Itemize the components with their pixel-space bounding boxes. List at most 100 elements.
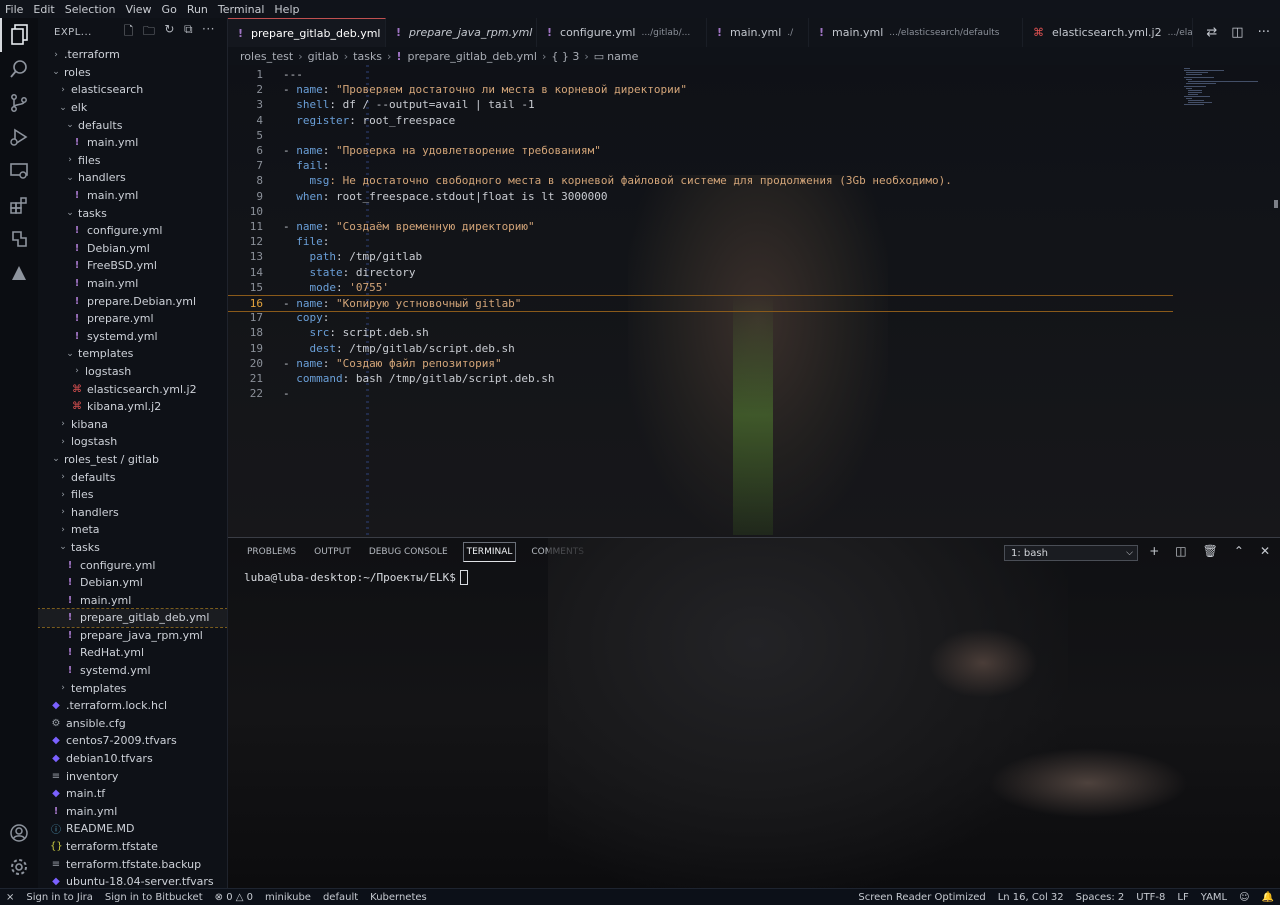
status-spaces[interactable]: Spaces: 2	[1070, 892, 1131, 903]
tree-file[interactable]: ! systemd.yml	[38, 662, 227, 680]
menu-go[interactable]: Go	[157, 3, 182, 16]
more-actions-icon[interactable]: ···	[1258, 25, 1270, 40]
tree-file[interactable]: ! Debian.yml	[38, 240, 227, 258]
tree-folder[interactable]: › files	[38, 152, 227, 170]
tree-file[interactable]: {} terraform.tfstate	[38, 838, 227, 856]
split-terminal-icon[interactable]: ◫	[1175, 544, 1186, 558]
tree-folder[interactable]: ⌄ defaults	[38, 116, 227, 134]
trash-icon[interactable]: 🗑	[1203, 544, 1218, 558]
tree-file[interactable]: ⓘ README.MD	[38, 820, 227, 838]
extensions-icon[interactable]	[0, 188, 38, 222]
tree-folder[interactable]: › defaults	[38, 468, 227, 486]
panel-tab-debug-console[interactable]: DEBUG CONSOLE	[366, 543, 451, 561]
tree-file[interactable]: ◆ main.tf	[38, 785, 227, 803]
status-eol[interactable]: LF	[1171, 892, 1194, 903]
status-screen-reader[interactable]: Screen Reader Optimized	[852, 892, 991, 903]
tree-file[interactable]: ! main.yml	[38, 803, 227, 821]
tab-1[interactable]: ! prepare_java_rpm.yml	[386, 18, 537, 47]
tree-folder[interactable]: ⌄ roles_test / gitlab	[38, 451, 227, 469]
status-jira[interactable]: Sign in to Jira	[20, 892, 98, 903]
tree-folder[interactable]: ⌄ handlers	[38, 169, 227, 187]
status-bitbucket[interactable]: Sign in to Bitbucket	[99, 892, 209, 903]
refresh-icon[interactable]: ↻	[164, 22, 175, 43]
status-language[interactable]: YAML	[1195, 892, 1233, 903]
code-editor[interactable]: 1 --- 2- name: "Проверяем достаточно ли ме…	[228, 65, 1280, 537]
new-terminal-icon[interactable]: +	[1149, 544, 1159, 558]
tree-file[interactable]: ! main.yml	[38, 591, 227, 609]
menu-selection[interactable]: Selection	[60, 3, 121, 16]
menu-edit[interactable]: Edit	[28, 3, 59, 16]
menu-terminal[interactable]: Terminal	[213, 3, 270, 16]
tree-folder[interactable]: › .terraform	[38, 46, 227, 64]
status-cursor-pos[interactable]: Ln 16, Col 32	[992, 892, 1070, 903]
tree-folder[interactable]: ⌄ elk	[38, 99, 227, 117]
tree-folder[interactable]: › logstash	[38, 363, 227, 381]
tree-folder[interactable]: › logstash	[38, 433, 227, 451]
settings-gear-icon[interactable]	[0, 850, 38, 884]
tree-folder[interactable]: › handlers	[38, 503, 227, 521]
new-folder-icon[interactable]: 🗀	[143, 22, 156, 43]
tree-folder[interactable]: ⌄ roles	[38, 64, 227, 82]
tree-file[interactable]: ! prepare_java_rpm.yml	[38, 627, 227, 645]
tab-4[interactable]: ! main.yml .../elasticsearch/defaults	[809, 18, 1023, 47]
panel-tab-terminal[interactable]: TERMINAL	[462, 542, 517, 562]
status-namespace[interactable]: default	[317, 892, 364, 903]
tab-0[interactable]: !prepare_gitlab_deb.yml✕	[228, 18, 386, 47]
feedback-icon[interactable]: ☺	[1233, 892, 1255, 903]
tab-3[interactable]: ! main.yml ./	[707, 18, 809, 47]
account-icon[interactable]	[0, 816, 38, 850]
breadcrumb-item[interactable]: tasks	[353, 50, 382, 63]
menu-run[interactable]: Run	[182, 3, 213, 16]
tree-folder[interactable]: › meta	[38, 521, 227, 539]
tree-file[interactable]: ≡ terraform.tfstate.backup	[38, 855, 227, 873]
notifications-icon[interactable]: 🔔	[1256, 892, 1280, 903]
status-kubernetes[interactable]: Kubernetes	[364, 892, 433, 903]
more-icon[interactable]: ···	[202, 22, 215, 43]
tree-file[interactable]: ◆ ubuntu-18.04-server.tfvars	[38, 873, 227, 888]
split-editor-icon[interactable]: ◫	[1231, 25, 1243, 40]
panel-tab-output[interactable]: OUTPUT	[311, 543, 354, 561]
panel-tab-problems[interactable]: PROBLEMS	[244, 543, 299, 561]
tree-file[interactable]: ! main.yml	[38, 187, 227, 205]
tree-file[interactable]: ! main.yml	[38, 275, 227, 293]
tree-file[interactable]: ! configure.yml	[38, 556, 227, 574]
tree-file[interactable]: ! FreeBSD.yml	[38, 257, 227, 275]
terminal-select[interactable]: 1: bash ⌵	[1004, 545, 1138, 561]
search-icon[interactable]	[0, 52, 38, 86]
tree-folder[interactable]: ⌄ templates	[38, 345, 227, 363]
tree-folder[interactable]: ⌄ tasks	[38, 539, 227, 557]
breadcrumb-symbol[interactable]: name	[607, 50, 638, 63]
run-debug-icon[interactable]	[0, 120, 38, 154]
tab-5[interactable]: ⌘ elasticsearch.yml.j2 .../elasticsearc	[1023, 18, 1193, 47]
source-control-icon[interactable]	[0, 86, 38, 120]
new-file-icon[interactable]: 🗋	[124, 22, 134, 43]
close-panel-icon[interactable]: ✕	[1260, 544, 1270, 558]
tree-folder[interactable]: ⌄ tasks	[38, 204, 227, 222]
tab-2[interactable]: ! configure.yml .../gitlab/...	[537, 18, 707, 47]
tree-file[interactable]: ! main.yml	[38, 134, 227, 152]
tree-file[interactable]: ! prepare.Debian.yml	[38, 292, 227, 310]
tree-file[interactable]: ◆ .terraform.lock.hcl	[38, 697, 227, 715]
tree-file[interactable]: ◆ centos7-2009.tfvars	[38, 732, 227, 750]
atlassian-icon[interactable]	[0, 256, 38, 290]
maximize-panel-icon[interactable]: ⌃	[1234, 544, 1244, 558]
tree-file[interactable]: ⚙ ansible.cfg	[38, 715, 227, 733]
kubernetes-icon[interactable]	[0, 222, 38, 256]
explorer-icon[interactable]	[0, 18, 38, 52]
compare-icon[interactable]: ⇄	[1206, 25, 1217, 40]
tree-file[interactable]: ! configure.yml	[38, 222, 227, 240]
tree-file[interactable]: ! Debian.yml	[38, 574, 227, 592]
tree-file[interactable]: ! systemd.yml	[38, 328, 227, 346]
remote-explorer-icon[interactable]	[0, 154, 38, 188]
breadcrumb-file[interactable]: prepare_gitlab_deb.yml	[407, 50, 536, 63]
status-problems[interactable]: ⊗ 0 △ 0	[209, 892, 259, 903]
breadcrumb-symbol[interactable]: { } 3	[551, 50, 579, 63]
terminal[interactable]: luba@luba-desktop:~/Проекты/ELK$	[244, 570, 468, 585]
tree-file[interactable]: ◆ debian10.tfvars	[38, 750, 227, 768]
tree-file[interactable]: ! RedHat.yml	[38, 644, 227, 662]
menu-file[interactable]: File	[0, 3, 28, 16]
tree-file[interactable]: ⌘ kibana.yml.j2	[38, 398, 227, 416]
breadcrumb-item[interactable]: roles_test	[240, 50, 293, 63]
tree-file[interactable]: ≡ inventory	[38, 767, 227, 785]
collapse-all-icon[interactable]: ⧉	[184, 22, 193, 43]
